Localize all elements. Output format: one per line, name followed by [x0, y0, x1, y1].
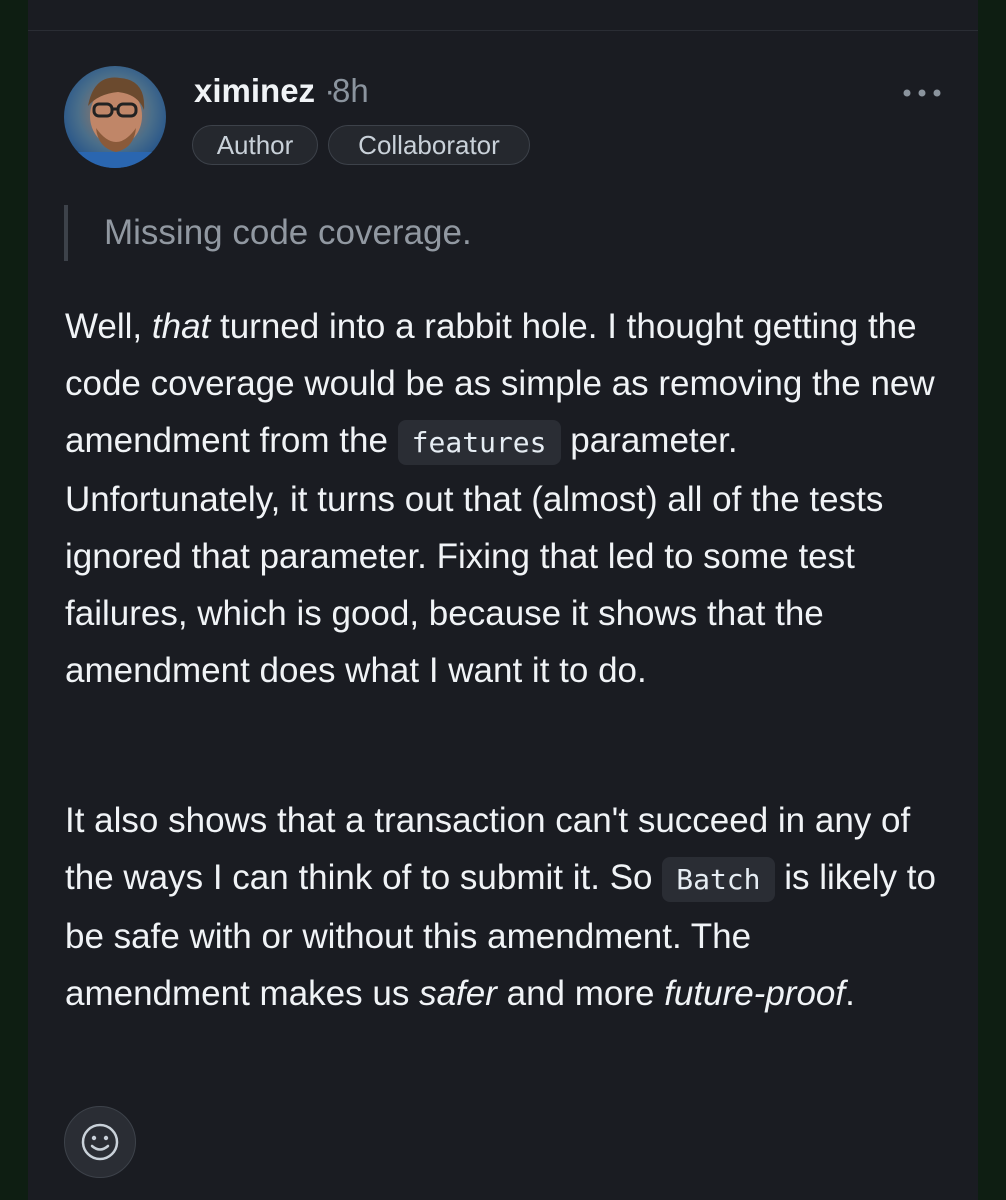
divider [28, 30, 978, 31]
timestamp[interactable]: 8h [332, 72, 369, 110]
more-icon[interactable] [900, 78, 950, 108]
author-badge: Author [192, 125, 318, 165]
collaborator-badge: Collaborator [328, 125, 530, 165]
inline-code-batch: Batch [662, 857, 775, 902]
comment-paragraph-2: It also shows that a transaction can't s… [65, 801, 936, 1013]
comment-paragraph-1: Well, that turned into a rabbit hole. I … [65, 307, 935, 690]
quoted-text: Missing code coverage. [64, 205, 472, 261]
inline-code-features: features [397, 420, 561, 465]
smiley-icon [81, 1123, 119, 1161]
add-reaction-button[interactable] [64, 1106, 136, 1178]
avatar[interactable] [64, 66, 166, 168]
comment-card: ximinez · 8h Author Collaborator Missing… [28, 0, 978, 1200]
username[interactable]: ximinez · [194, 72, 335, 110]
